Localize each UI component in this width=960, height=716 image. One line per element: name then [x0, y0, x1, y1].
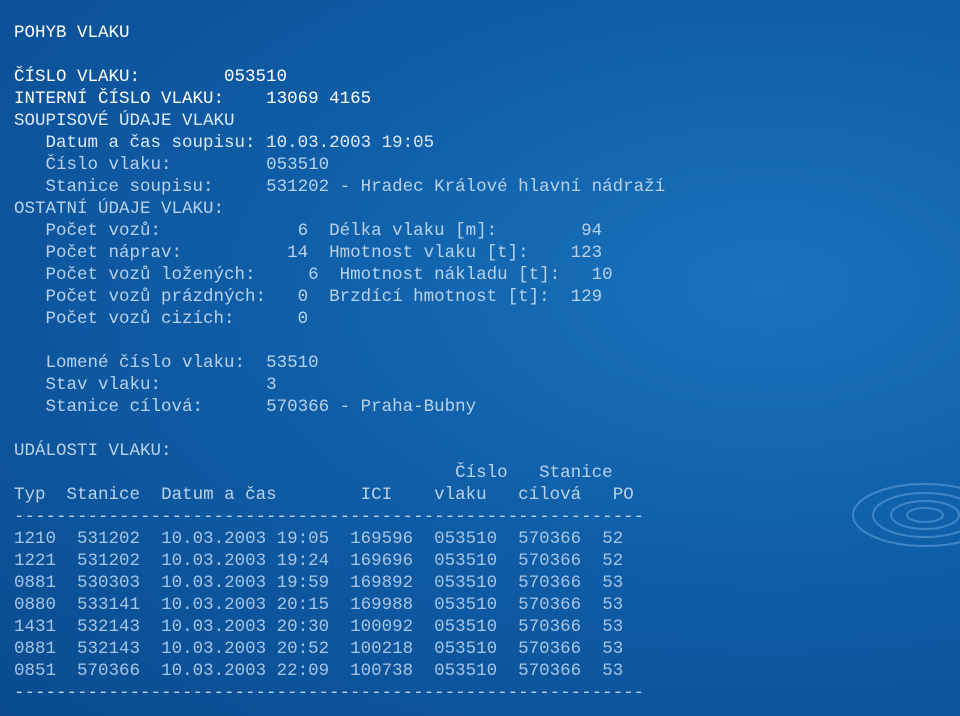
- destination-line: Stanice cílová: 570366 - Praha-Bubny: [45, 397, 477, 417]
- section-soupis: SOUPISOVÉ ÚDAJE VLAKU: [14, 111, 235, 131]
- event-cell-stanice: 532143: [77, 639, 141, 659]
- event-cell-vlak: 053510: [434, 639, 498, 659]
- station-line: Stanice soupisu: 531202 - Hradec Králové…: [45, 177, 666, 197]
- event-cell-ici: 169988: [350, 595, 414, 615]
- event-cell-typ: 0881: [14, 639, 57, 659]
- event-cell-typ: 0881: [14, 573, 57, 593]
- event-cell-po: 53: [602, 617, 624, 637]
- event-cell-datum: 10.03.2003 19:24: [161, 551, 330, 571]
- event-cell-stanice: 533141: [77, 595, 141, 615]
- event-cell-stanice: 531202: [77, 529, 141, 549]
- event-cell-typ: 1221: [14, 551, 57, 571]
- event-cell-ici: 169892: [350, 573, 414, 593]
- event-cell-cil: 570366: [518, 529, 582, 549]
- event-cell-cil: 570366: [518, 551, 582, 571]
- stat-row-1: Počet vozů: 6 Délka vlaku [m]: 94: [45, 221, 603, 241]
- event-cell-datum: 10.03.2003 20:15: [161, 595, 330, 615]
- event-row: 1210 531202 10.03.2003 19:05 169596 0535…: [14, 528, 960, 550]
- event-cell-po: 53: [602, 661, 624, 681]
- events-header-top: Číslo Stanice: [455, 463, 613, 483]
- event-cell-ici: 169696: [350, 551, 414, 571]
- event-cell-po: 52: [602, 529, 624, 549]
- event-row: 0880 533141 10.03.2003 20:15 169988 0535…: [14, 594, 960, 616]
- event-cell-typ: 1210: [14, 529, 57, 549]
- number-line: Číslo vlaku: 053510: [45, 155, 330, 175]
- report-title: POHYB VLAKU: [14, 23, 130, 43]
- status-line: Stav vlaku: 3: [45, 375, 277, 395]
- stat-row-4: Počet vozů prázdných: 0 Brzdící hmotnost…: [45, 287, 603, 307]
- event-cell-vlak: 053510: [434, 529, 498, 549]
- train-number-line: ČÍSLO VLAKU: 053510: [14, 67, 288, 87]
- event-cell-stanice: 530303: [77, 573, 141, 593]
- event-cell-cil: 570366: [518, 573, 582, 593]
- event-cell-datum: 10.03.2003 22:09: [161, 661, 330, 681]
- stat-row-2: Počet náprav: 14 Hmotnost vlaku [t]: 123: [45, 243, 603, 263]
- event-cell-ici: 100738: [350, 661, 414, 681]
- datetime-line: Datum a čas soupisu: 10.03.2003 19:05: [45, 133, 435, 153]
- events-separator: ----------------------------------------…: [14, 507, 645, 527]
- event-cell-cil: 570366: [518, 617, 582, 637]
- event-row: 0881 532143 10.03.2003 20:52 100218 0535…: [14, 638, 960, 660]
- event-row: 1431 532143 10.03.2003 20:30 100092 0535…: [14, 616, 960, 638]
- event-cell-datum: 10.03.2003 20:52: [161, 639, 330, 659]
- event-cell-vlak: 053510: [434, 573, 498, 593]
- event-cell-po: 53: [602, 573, 624, 593]
- event-cell-ici: 169596: [350, 529, 414, 549]
- stat-row-5: Počet vozů cizích: 0: [45, 309, 309, 329]
- event-cell-cil: 570366: [518, 661, 582, 681]
- event-cell-vlak: 053510: [434, 617, 498, 637]
- internal-number-line: INTERNÍ ČÍSLO VLAKU: 13069 4165: [14, 89, 372, 109]
- event-cell-typ: 0851: [14, 661, 57, 681]
- section-other: OSTATNÍ ÚDAJE VLAKU:: [14, 199, 225, 219]
- event-cell-stanice: 531202: [77, 551, 141, 571]
- event-row: 1221 531202 10.03.2003 19:24 169696 0535…: [14, 550, 960, 572]
- event-cell-po: 53: [602, 639, 624, 659]
- split-number-line: Lomené číslo vlaku: 53510: [45, 353, 319, 373]
- event-cell-cil: 570366: [518, 595, 582, 615]
- event-cell-datum: 10.03.2003 19:59: [161, 573, 330, 593]
- event-cell-po: 52: [602, 551, 624, 571]
- event-row: 0851 570366 10.03.2003 22:09 100738 0535…: [14, 660, 960, 682]
- events-table-body: 1210 531202 10.03.2003 19:05 169596 0535…: [14, 528, 960, 682]
- events-separator-bottom: ----------------------------------------…: [14, 683, 645, 703]
- event-cell-datum: 10.03.2003 20:30: [161, 617, 330, 637]
- event-cell-po: 53: [602, 595, 624, 615]
- event-cell-stanice: 570366: [77, 661, 141, 681]
- stat-row-3: Počet vozů ložených: 6 Hmotnost nákladu …: [45, 265, 613, 285]
- event-cell-ici: 100218: [350, 639, 414, 659]
- event-cell-stanice: 532143: [77, 617, 141, 637]
- events-title: UDÁLOSTI VLAKU:: [14, 441, 172, 461]
- event-cell-ici: 100092: [350, 617, 414, 637]
- event-cell-vlak: 053510: [434, 595, 498, 615]
- event-cell-vlak: 053510: [434, 661, 498, 681]
- event-cell-vlak: 053510: [434, 551, 498, 571]
- event-row: 0881 530303 10.03.2003 19:59 169892 0535…: [14, 572, 960, 594]
- event-cell-datum: 10.03.2003 19:05: [161, 529, 330, 549]
- event-cell-typ: 0880: [14, 595, 57, 615]
- event-cell-cil: 570366: [518, 639, 582, 659]
- event-cell-typ: 1431: [14, 617, 57, 637]
- train-movement-report: POHYB VLAKU ČÍSLO VLAKU: 053510 INTERNÍ …: [14, 22, 960, 716]
- events-header: Typ Stanice Datum a čas ICI vlaku cílová…: [14, 485, 634, 505]
